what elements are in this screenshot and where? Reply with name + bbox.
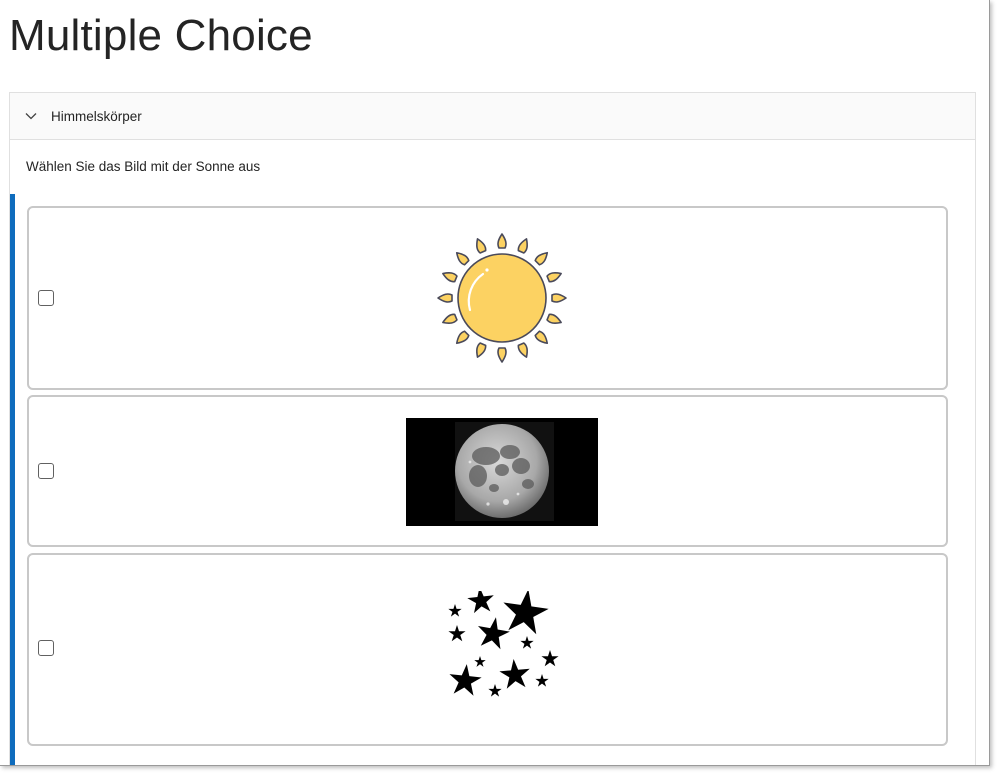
- option-card-moon[interactable]: [27, 395, 948, 547]
- question-accent-bar: [10, 194, 15, 765]
- page-title: Multiple Choice: [9, 11, 313, 60]
- sun-image: [435, 232, 569, 364]
- option-card-sun[interactable]: [27, 206, 948, 390]
- chevron-down-icon[interactable]: [24, 109, 38, 123]
- option-checkbox-moon[interactable]: [38, 463, 54, 479]
- option-card-stars[interactable]: [27, 553, 948, 746]
- section-header-toggle[interactable]: Himmelskörper: [10, 93, 975, 140]
- sun-icon: [437, 233, 567, 363]
- question-text: Wählen Sie das Bild mit der Sonne aus: [26, 159, 261, 174]
- moon-image: [406, 418, 598, 526]
- moon-icon: [455, 422, 554, 521]
- page: Multiple Choice Himmelskörper Wählen Sie…: [0, 0, 990, 766]
- stars-icon: [447, 585, 559, 697]
- section-title: Himmelskörper: [51, 108, 142, 124]
- option-checkbox-stars[interactable]: [38, 640, 54, 656]
- stars-image: [445, 585, 565, 703]
- question-section: Himmelskörper Wählen Sie das Bild mit de…: [9, 92, 976, 765]
- option-checkbox-sun[interactable]: [38, 290, 54, 306]
